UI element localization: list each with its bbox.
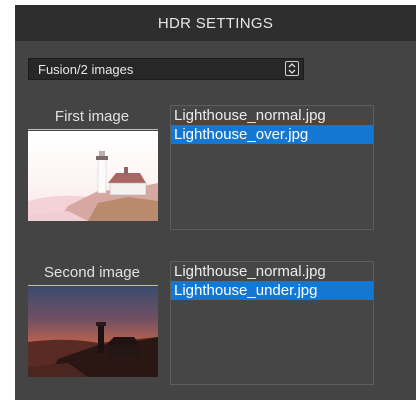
second-label-divider xyxy=(28,285,158,286)
panel-title: HDR SETTINGS xyxy=(15,5,416,41)
first-label-divider xyxy=(28,129,158,130)
first-image-label: First image xyxy=(54,108,130,125)
list-item[interactable]: Lighthouse_normal.jpg xyxy=(171,106,373,125)
hdr-settings-panel: HDR SETTINGS Fusion/2 images First image xyxy=(15,5,416,400)
list-item-selected[interactable]: Lighthouse_under.jpg xyxy=(171,281,373,300)
second-image-label: Second image xyxy=(44,264,140,281)
mode-select[interactable]: Fusion/2 images xyxy=(28,58,304,80)
list-item-selected[interactable]: Lighthouse_over.jpg xyxy=(171,125,373,144)
list-item[interactable]: Lighthouse_normal.jpg xyxy=(171,262,373,281)
mode-select-value: Fusion/2 images xyxy=(38,62,134,77)
chevron-up-down-icon xyxy=(285,61,299,76)
second-image-thumbnail xyxy=(28,287,158,377)
second-image-file-list[interactable]: Lighthouse_normal.jpg Lighthouse_under.j… xyxy=(170,261,374,385)
first-image-file-list[interactable]: Lighthouse_normal.jpg Lighthouse_over.jp… xyxy=(170,105,374,230)
first-image-thumbnail xyxy=(28,131,158,221)
